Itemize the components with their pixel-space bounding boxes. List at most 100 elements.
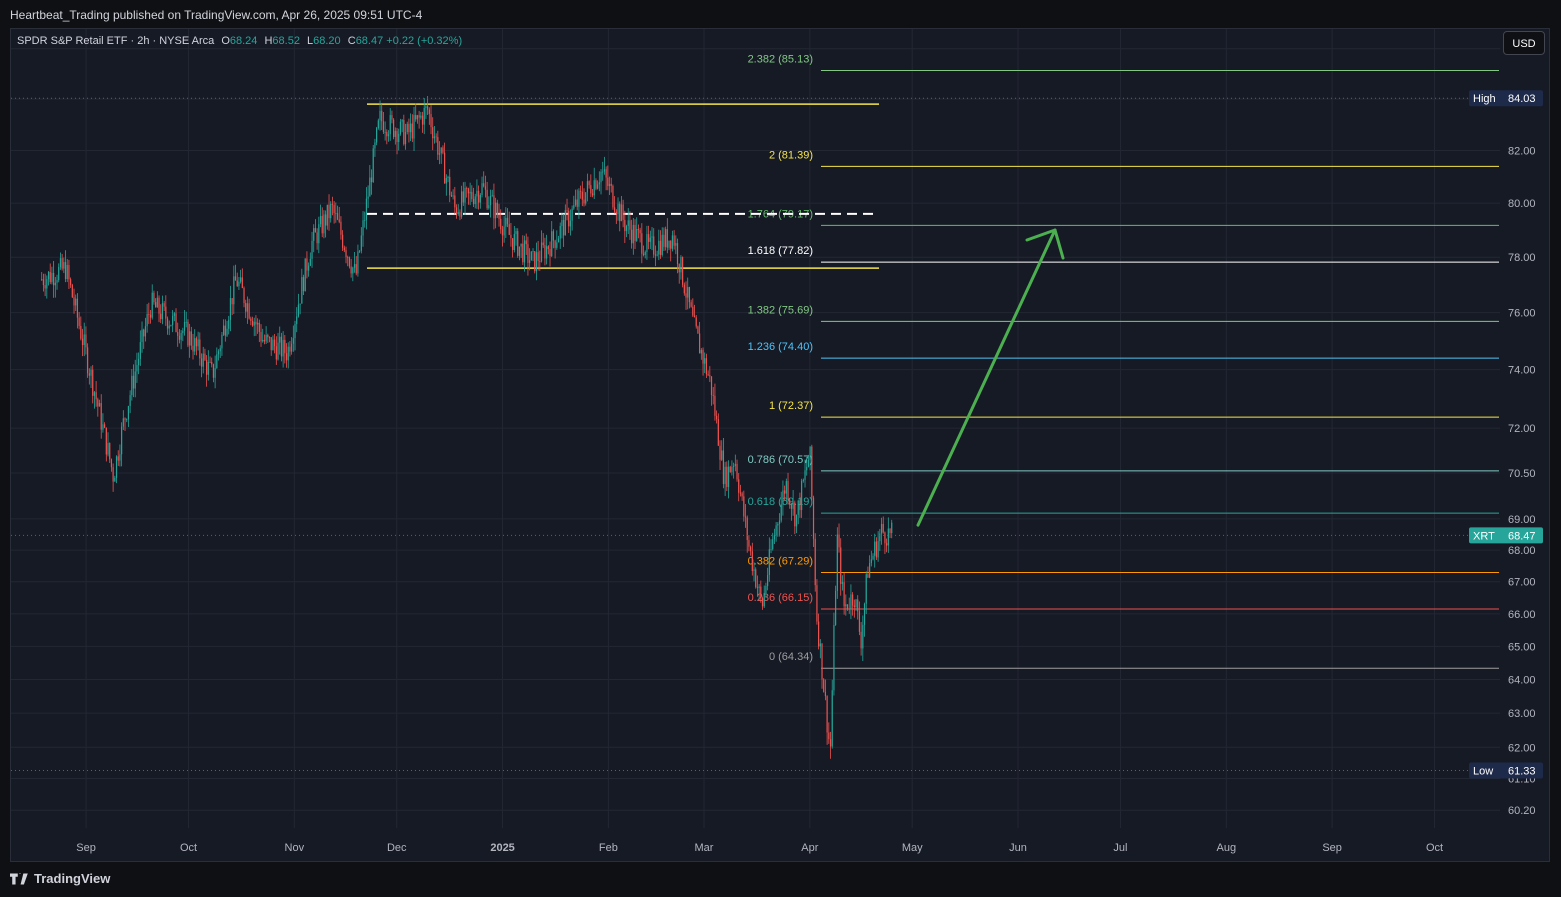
currency-button[interactable]: USD [1503,31,1545,55]
candle-body [872,555,874,560]
candle-body [415,115,417,120]
tradingview-logo[interactable]: TradingView [10,871,110,886]
candle-body [506,217,509,225]
candle-body [479,194,481,203]
candle-body [335,213,337,214]
candle-body [425,106,427,108]
candle-body [299,303,301,305]
candle-body [559,226,561,239]
time-axis-tick: Jul [1113,842,1127,854]
candle-body [852,594,854,606]
candle-body [585,192,587,204]
candle-body [233,276,235,305]
candle-body [636,228,638,241]
candle-body [710,376,713,396]
candle-body [651,236,653,238]
time-axis-tick: Nov [285,842,305,854]
candle-body [364,220,366,221]
candle-body [790,504,793,509]
time-axis-tick: Aug [1216,842,1236,854]
candle-body [884,532,886,544]
candle-body [224,325,226,336]
candle-body [576,199,578,207]
candle-body [721,450,723,460]
candle-body [277,342,279,360]
candle-body [692,306,694,316]
candle-body [64,262,67,280]
price-chart[interactable]: 2.382 (85.13)2 (81.39)1.764 (79.17)1.618… [0,0,1561,897]
candle-body [418,115,420,118]
candle-body [462,191,464,203]
candle-body [483,183,485,187]
candle-body [758,586,760,588]
candle-body [455,207,458,214]
candle-body [376,128,378,143]
candle-body [172,315,174,326]
candle-body [156,297,158,308]
candle-body [466,188,468,189]
candle-body [544,245,546,259]
candle-body [338,219,340,222]
candle-body [891,522,893,534]
candle-body [811,446,813,498]
candle-body [540,242,543,262]
candle-body [801,481,803,511]
candle-body [330,203,332,219]
candle-body [70,279,72,286]
candle-body [115,456,118,478]
candle-body [571,208,573,221]
candle-body [438,153,441,155]
candle-body [399,121,402,134]
candle-body [357,251,359,274]
candle-body [784,490,786,494]
candle-body [661,234,663,255]
candle-body [200,358,203,367]
candle-body [141,329,143,343]
candle-body [260,332,262,342]
candle-body [445,178,447,184]
projection-arrow-shaft [916,228,1057,527]
candle-body [513,234,515,251]
candle-body [165,306,167,319]
candle-body [505,217,507,227]
candle-body [829,739,832,747]
candle-body [862,624,864,649]
candle-body [109,443,111,460]
fib-level-label: 0.786 (70.57) [748,454,813,466]
candle-body [268,337,271,338]
candle-body [542,242,544,246]
candle-body [523,240,526,263]
candle-body [855,599,857,608]
candle-body [206,359,208,375]
candle-body [51,272,53,283]
low-tag-price: 61.33 [1508,765,1536,777]
candle-body [833,625,835,691]
candle-body [512,238,514,251]
candle-body [313,228,315,241]
candle-body [500,218,502,230]
low-value: 68.20 [313,35,341,47]
candle-body [489,195,492,206]
candle-body [47,272,50,280]
candle-body [777,524,779,526]
candle-body [267,334,269,338]
candle-body [83,334,85,346]
candle-body [853,605,855,608]
candle-body [127,406,130,420]
candle-body [117,456,119,461]
candle-body [627,220,629,227]
candle-body [279,336,281,343]
projection-arrow [916,228,1065,527]
change-value: +0.22 (+0.32%) [386,35,463,47]
candle-body [78,317,80,326]
candle-body [857,599,859,612]
candle-body [529,260,531,263]
candle-body [563,220,565,236]
candle-body [319,215,322,225]
candle-body [342,234,344,248]
candle-body [114,477,116,482]
candle-body [554,240,556,248]
candle-body [598,182,600,185]
candle-body [804,470,806,480]
price-axis-tick: 67.00 [1508,577,1536,589]
